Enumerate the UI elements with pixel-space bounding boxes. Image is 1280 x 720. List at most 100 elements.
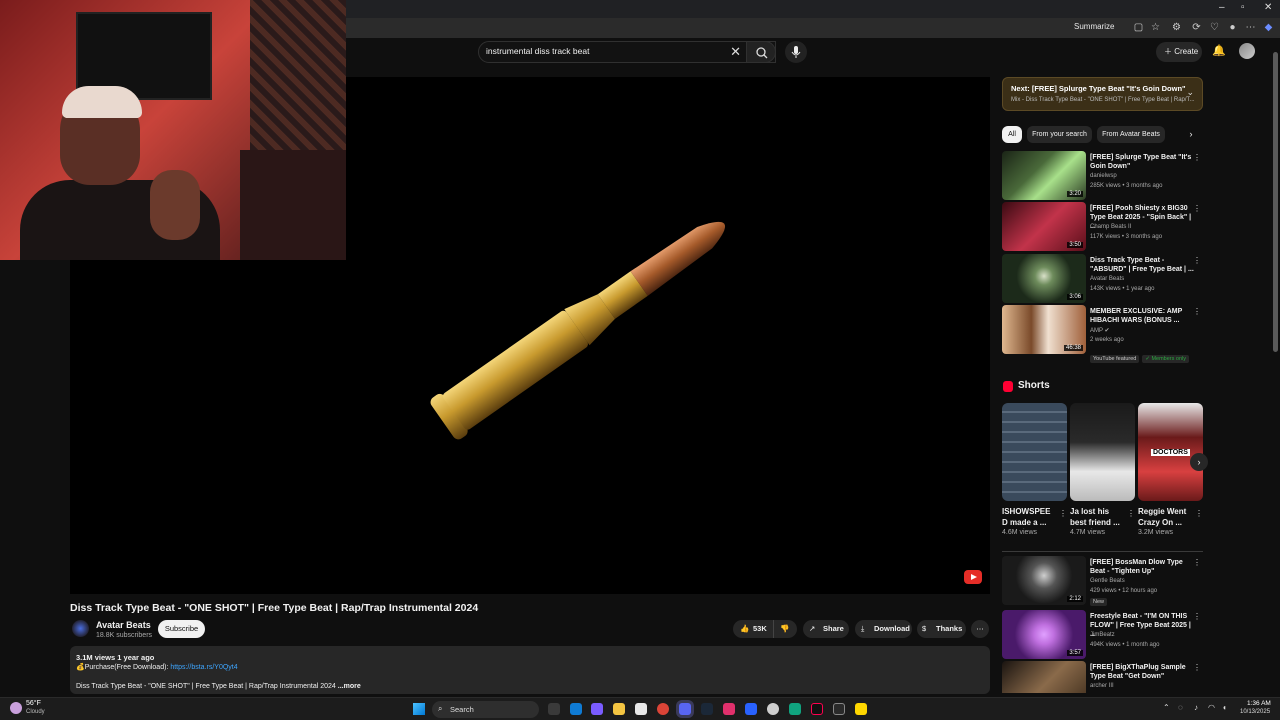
copilot-app-icon[interactable] xyxy=(591,703,603,715)
channel-name[interactable]: AMP ✔ xyxy=(1090,327,1110,334)
edge-icon[interactable] xyxy=(570,703,582,715)
channel-name[interactable]: Champ Beats II xyxy=(1090,224,1131,230)
channel-name[interactable]: archer III xyxy=(1090,683,1114,689)
minimize-button[interactable]: – xyxy=(1219,2,1225,13)
thanks-button[interactable]: $ Thanks xyxy=(917,620,966,638)
more-options-icon[interactable]: ⋮ xyxy=(1195,509,1203,518)
short-item[interactable]: ISHOWSPEE D made a ... 4.6M views ⋮ xyxy=(1002,403,1067,536)
video-title[interactable]: [FREE] BigXThaPlug Sample Type Beat "Get… xyxy=(1090,663,1194,681)
video-title[interactable]: MEMBER EXCLUSIVE: AMP HIBACHI WARS (BONU… xyxy=(1090,307,1194,325)
tray-chevron-icon[interactable]: ⌃ xyxy=(1163,703,1170,712)
microphone-icon[interactable]: ♪ xyxy=(1194,703,1198,712)
tiktok-icon[interactable] xyxy=(811,703,823,715)
app-icon[interactable] xyxy=(833,703,845,715)
taskbar-search[interactable]: Search xyxy=(432,701,539,718)
up-next-box[interactable]: Next: [FREE] Splurge Type Beat "It's Goi… xyxy=(1002,77,1203,111)
short-thumbnail[interactable] xyxy=(1002,403,1067,501)
sticky-notes-icon[interactable] xyxy=(855,703,867,715)
weather-temperature[interactable]: 56°F xyxy=(26,700,41,707)
page-scrollbar[interactable] xyxy=(1273,40,1278,690)
task-view-icon[interactable] xyxy=(548,703,560,715)
more-options-icon[interactable]: ⋮ xyxy=(1193,307,1201,316)
list-item[interactable]: 3:50 [FREE] Pooh Shiesty x BIG30 Type Be… xyxy=(1002,202,1203,251)
channel-name[interactable]: Avatar Beats xyxy=(1090,276,1124,282)
more-options-icon[interactable]: ⋮ xyxy=(1127,509,1135,518)
close-window-button[interactable]: ✕ xyxy=(1264,2,1272,13)
network-icon[interactable]: ◌ xyxy=(1178,703,1183,712)
video-thumbnail[interactable] xyxy=(1002,661,1086,693)
more-options-icon[interactable]: ⋮ xyxy=(1193,204,1201,213)
chevron-down-icon[interactable]: ⌄ xyxy=(1186,87,1194,98)
page-icon[interactable]: ▢ xyxy=(1132,21,1145,34)
video-title[interactable]: [FREE] Splurge Type Beat "It's Goin Down… xyxy=(1090,153,1194,171)
channel-name[interactable]: Avatar Beats xyxy=(96,620,151,630)
menu-icon[interactable]: ⋯ xyxy=(1244,21,1257,34)
video-thumbnail[interactable]: 3:57 xyxy=(1002,610,1086,659)
search-button[interactable] xyxy=(746,41,776,63)
summarize-button[interactable]: Summarize xyxy=(1074,22,1114,31)
list-item[interactable]: 3:57 Freestyle Beat - "I'M ON THIS FLOW"… xyxy=(1002,610,1203,659)
more-options-icon[interactable]: ⋮ xyxy=(1193,558,1201,567)
short-thumbnail[interactable]: DOCTORS xyxy=(1138,403,1203,501)
channel-name[interactable]: Gentle Beats xyxy=(1090,578,1125,584)
short-title[interactable]: ISHOWSPEE D made a ... xyxy=(1002,506,1058,528)
more-options-icon[interactable]: ⋮ xyxy=(1193,256,1201,265)
copilot-icon[interactable]: ◆ xyxy=(1262,21,1275,34)
list-item[interactable]: 3:20 [FREE] Splurge Type Beat "It's Goin… xyxy=(1002,151,1203,200)
steam-icon[interactable] xyxy=(701,703,713,715)
more-options-icon[interactable]: ⋮ xyxy=(1059,509,1067,518)
store-icon[interactable] xyxy=(635,703,647,715)
purchase-link[interactable]: https://bsta.rs/Y0Qyt4 xyxy=(170,664,237,671)
more-actions-button[interactable]: ⋯ xyxy=(971,620,989,638)
like-count[interactable]: 53K xyxy=(753,620,767,638)
channel-avatar[interactable] xyxy=(72,620,89,637)
discord-icon[interactable] xyxy=(679,703,691,715)
profile-icon[interactable]: ● xyxy=(1226,21,1239,34)
subscribe-button[interactable]: Subscribe xyxy=(158,620,205,638)
video-title[interactable]: [FREE] BossMan Dlow Type Beat - "Tighten… xyxy=(1090,558,1194,576)
download-button[interactable]: ⤓ Download xyxy=(855,620,912,638)
list-item[interactable]: 46:38 MEMBER EXCLUSIVE: AMP HIBACHI WARS… xyxy=(1002,305,1203,363)
clear-search-icon[interactable]: ✕ xyxy=(730,44,741,60)
description-box[interactable]: 3.1M views 1 year ago 💰Purchase(Free Dow… xyxy=(70,646,990,694)
shorts-next-button[interactable]: › xyxy=(1190,453,1208,471)
wifi-icon[interactable]: ◠ xyxy=(1208,703,1215,712)
maximize-button[interactable]: ▫ xyxy=(1241,2,1245,13)
video-thumbnail[interactable]: 3:50 xyxy=(1002,202,1086,251)
star-icon[interactable]: ☆ xyxy=(1149,21,1162,34)
more-link[interactable]: ...more xyxy=(336,683,361,690)
channel-name[interactable]: JimBeatz xyxy=(1090,632,1115,638)
short-title[interactable]: Reggie Went Crazy On ... xyxy=(1138,506,1194,528)
list-item[interactable]: [FREE] BigXThaPlug Sample Type Beat "Get… xyxy=(1002,661,1203,693)
short-item[interactable]: Ja lost his best friend ... 4.7M views ⋮ xyxy=(1070,403,1135,536)
search-input[interactable]: instrumental diss track beat xyxy=(486,46,589,56)
list-item[interactable]: 3:06 Diss Track Type Beat - "ABSURD" | F… xyxy=(1002,254,1203,303)
more-options-icon[interactable]: ⋮ xyxy=(1193,612,1201,621)
thumbs-up-icon[interactable]: 👍 xyxy=(740,620,749,638)
chrome-icon[interactable] xyxy=(657,703,669,715)
user-avatar[interactable] xyxy=(1239,43,1255,59)
share-button[interactable]: ↗ Share xyxy=(803,620,849,638)
chip-all[interactable]: All xyxy=(1002,126,1022,143)
more-options-icon[interactable]: ⋮ xyxy=(1193,153,1201,162)
video-thumbnail[interactable]: 2:12 xyxy=(1002,556,1086,605)
start-button-icon[interactable] xyxy=(413,703,425,715)
video-thumbnail[interactable]: 3:20 xyxy=(1002,151,1086,200)
short-title[interactable]: Ja lost his best friend ... xyxy=(1070,506,1126,528)
chips-next-icon[interactable]: › xyxy=(1185,126,1197,143)
search-box[interactable]: instrumental diss track beat ✕ xyxy=(478,41,776,63)
weather-icon[interactable] xyxy=(10,702,22,714)
voice-search-button[interactable] xyxy=(785,41,807,63)
notifications-bell-icon[interactable]: 🔔 xyxy=(1212,44,1226,57)
youtube-logo-icon[interactable] xyxy=(964,570,982,584)
file-explorer-icon[interactable] xyxy=(613,703,625,715)
clock-date[interactable]: 10/13/2025 xyxy=(1240,709,1270,715)
sync-icon[interactable]: ⟳ xyxy=(1190,21,1203,34)
clock-time[interactable]: 1:36 AM xyxy=(1247,700,1271,707)
extension-icon[interactable]: ⚙ xyxy=(1170,21,1183,34)
favorites-icon[interactable]: ♡ xyxy=(1208,21,1221,34)
video-thumbnail[interactable]: 46:38 xyxy=(1002,305,1086,354)
chip-from-channel[interactable]: From Avatar Beats xyxy=(1097,126,1165,143)
weather-condition[interactable]: Cloudy xyxy=(26,709,45,715)
volume-icon[interactable]: ◖ xyxy=(1222,703,1227,712)
